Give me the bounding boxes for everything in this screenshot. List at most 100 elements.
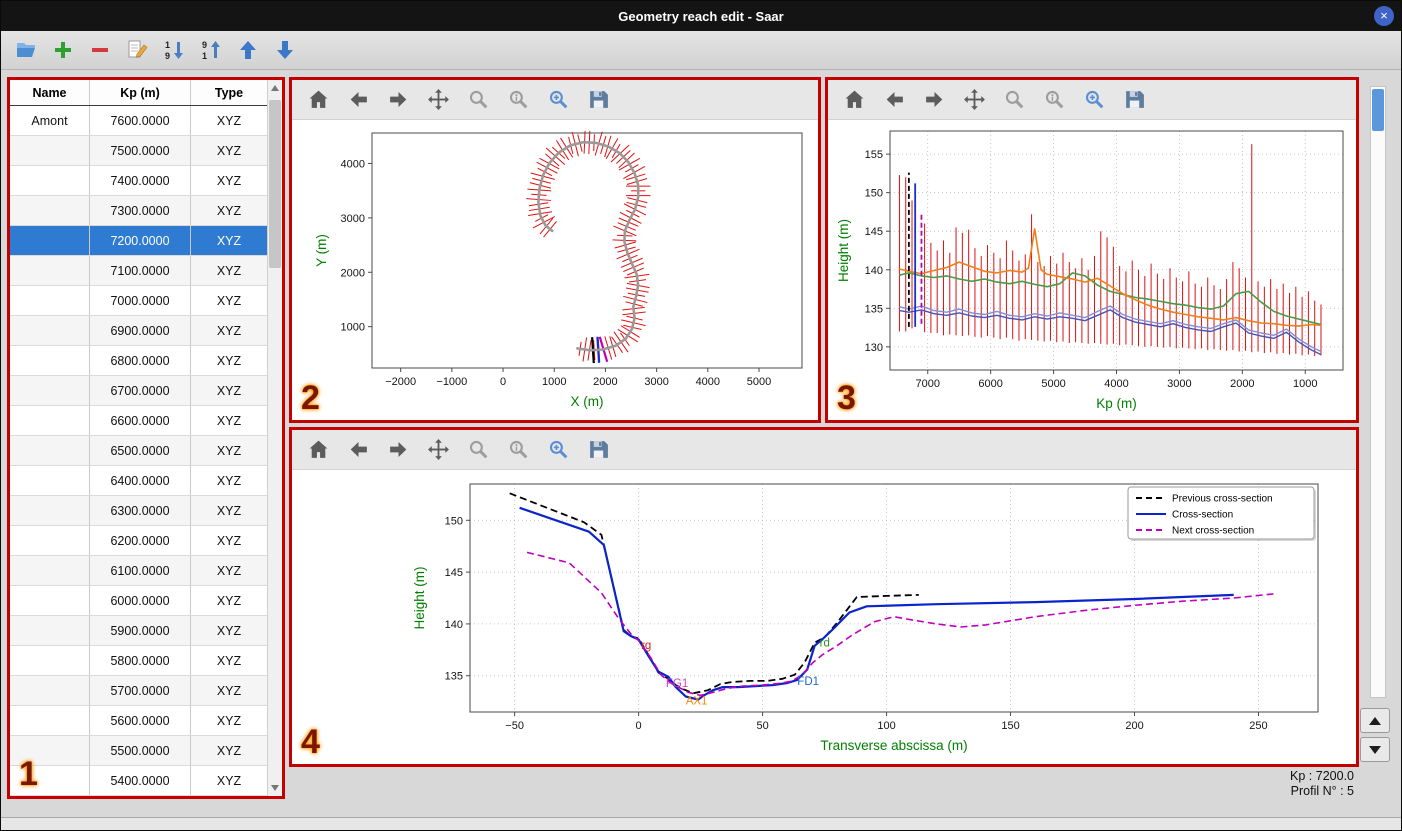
zoom-info-icon[interactable] bbox=[1042, 88, 1066, 112]
profile-readout: Kp : 7200.0 Profil N° : 5 bbox=[1290, 769, 1354, 799]
svg-text:1000: 1000 bbox=[1293, 378, 1317, 390]
close-button[interactable]: × bbox=[1374, 6, 1394, 26]
svg-text:145: 145 bbox=[445, 567, 463, 579]
table-row[interactable]: 6000.0000 XYZ bbox=[10, 586, 267, 616]
plan-view-panel: −2000 −1000 0 1000 2000 3000 4000 5000 1000 2000 3… bbox=[289, 77, 821, 423]
zoom-icon[interactable] bbox=[466, 438, 490, 462]
kp-cell: 7600.0000 bbox=[90, 106, 191, 135]
kp-cell: 5800.0000 bbox=[90, 646, 191, 675]
type-cell: XYZ bbox=[216, 533, 242, 548]
table-scrollbar-thumb[interactable] bbox=[269, 100, 281, 268]
column-header-kp[interactable]: Kp (m) bbox=[90, 80, 191, 105]
previous-profile-button[interactable] bbox=[1360, 708, 1390, 733]
forward-icon[interactable] bbox=[386, 438, 410, 462]
table-row[interactable]: 6100.0000 XYZ bbox=[10, 556, 267, 586]
table-row[interactable]: 7400.0000 XYZ bbox=[10, 166, 267, 196]
move-up-icon[interactable] bbox=[235, 37, 261, 63]
panel-number-cross: 4 bbox=[301, 723, 320, 761]
open-icon[interactable] bbox=[13, 37, 39, 63]
next-profile-button[interactable] bbox=[1360, 737, 1390, 762]
back-icon[interactable] bbox=[882, 88, 906, 112]
name-cell bbox=[10, 436, 90, 465]
svg-text:150: 150 bbox=[1001, 720, 1019, 732]
table-row[interactable]: 5400.0000 XYZ bbox=[10, 766, 267, 796]
zoom-rect-icon[interactable] bbox=[546, 88, 570, 112]
pan-icon[interactable] bbox=[426, 88, 450, 112]
name-cell bbox=[10, 466, 90, 495]
cross-section-panel: −50 0 50 100 150 200 250 135 140 145 150 Transverse… bbox=[289, 427, 1359, 767]
zoom-rect-icon[interactable] bbox=[546, 438, 570, 462]
forward-icon[interactable] bbox=[386, 88, 410, 112]
save-icon[interactable] bbox=[586, 438, 610, 462]
add-icon[interactable] bbox=[50, 37, 76, 63]
table-row[interactable]: 6300.0000 XYZ bbox=[10, 496, 267, 526]
column-header-type[interactable]: Type bbox=[191, 80, 267, 105]
profile-position-scrollbar-thumb[interactable] bbox=[1372, 89, 1384, 131]
profile-chart[interactable]: 7000 6000 5000 4000 3000 2000 1000 130 135 140 145… bbox=[828, 120, 1356, 420]
remove-icon[interactable] bbox=[87, 37, 113, 63]
move-down-icon[interactable] bbox=[272, 37, 298, 63]
type-cell: XYZ bbox=[216, 323, 242, 338]
table-row[interactable]: 6500.0000 XYZ bbox=[10, 436, 267, 466]
zoom-rect-icon[interactable] bbox=[1082, 88, 1106, 112]
table-row[interactable]: 7100.0000 XYZ bbox=[10, 256, 267, 286]
svg-text:2000: 2000 bbox=[341, 267, 365, 279]
table-row[interactable]: 6900.0000 XYZ bbox=[10, 316, 267, 346]
table-row[interactable]: 6200.0000 XYZ bbox=[10, 526, 267, 556]
table-row[interactable]: 5700.0000 XYZ bbox=[10, 676, 267, 706]
forward-icon[interactable] bbox=[922, 88, 946, 112]
svg-text:6000: 6000 bbox=[978, 378, 1002, 390]
table-row[interactable]: 7500.0000 XYZ bbox=[10, 136, 267, 166]
back-icon[interactable] bbox=[346, 88, 370, 112]
zoom-info-icon[interactable] bbox=[506, 88, 530, 112]
name-cell bbox=[10, 226, 90, 255]
sort-ascending-icon[interactable]: 19 bbox=[161, 37, 187, 63]
table-row[interactable]: 6700.0000 XYZ bbox=[10, 376, 267, 406]
app-window: Geometry reach edit - Saar × 1991 Name K… bbox=[0, 0, 1402, 831]
edit-icon[interactable] bbox=[124, 37, 150, 63]
svg-text:3000: 3000 bbox=[341, 213, 365, 225]
table-row[interactable]: 6400.0000 XYZ bbox=[10, 466, 267, 496]
svg-text:Y (m): Y (m) bbox=[314, 234, 329, 267]
zoom-info-icon[interactable] bbox=[506, 438, 530, 462]
cross-section-chart[interactable]: −50 0 50 100 150 200 250 135 140 145 150 Transverse… bbox=[292, 470, 1356, 764]
svg-text:130: 130 bbox=[865, 342, 883, 354]
sort-descending-icon[interactable]: 91 bbox=[198, 37, 224, 63]
home-icon[interactable] bbox=[306, 438, 330, 462]
save-icon[interactable] bbox=[586, 88, 610, 112]
table-row[interactable]: 5600.0000 XYZ bbox=[10, 706, 267, 736]
zoom-icon[interactable] bbox=[466, 88, 490, 112]
zoom-icon[interactable] bbox=[1002, 88, 1026, 112]
table-row[interactable]: 5900.0000 XYZ bbox=[10, 616, 267, 646]
profile-position-scrollbar[interactable] bbox=[1370, 86, 1386, 698]
table-row[interactable]: 6800.0000 XYZ bbox=[10, 346, 267, 376]
name-cell bbox=[10, 136, 90, 165]
table-row[interactable]: 6600.0000 XYZ bbox=[10, 406, 267, 436]
pan-icon[interactable] bbox=[962, 88, 986, 112]
type-cell: XYZ bbox=[216, 203, 242, 218]
plan-chart[interactable]: −2000 −1000 0 1000 2000 3000 4000 5000 1000 2000 3… bbox=[292, 120, 818, 420]
type-cell: XYZ bbox=[216, 263, 242, 278]
column-header-name[interactable]: Name bbox=[10, 80, 90, 105]
table-scroll-up-icon[interactable] bbox=[268, 80, 282, 96]
table-scroll-down-icon[interactable] bbox=[268, 780, 282, 796]
table-row[interactable]: 5800.0000 XYZ bbox=[10, 646, 267, 676]
table-row[interactable]: Amont 7600.0000 XYZ bbox=[10, 106, 267, 136]
svg-text:FG1: FG1 bbox=[666, 678, 688, 690]
cross-sections-table: Name Kp (m) Type Amont 7600.0000 XYZ 7500.0… bbox=[10, 80, 267, 796]
home-icon[interactable] bbox=[842, 88, 866, 112]
pan-icon[interactable] bbox=[426, 438, 450, 462]
svg-text:rd: rd bbox=[820, 638, 830, 650]
home-icon[interactable] bbox=[306, 88, 330, 112]
svg-text:9: 9 bbox=[165, 51, 170, 61]
table-row[interactable]: 7300.0000 XYZ bbox=[10, 196, 267, 226]
table-scrollbar[interactable] bbox=[267, 80, 282, 796]
kp-cell: 6800.0000 bbox=[90, 346, 191, 375]
save-icon[interactable] bbox=[1122, 88, 1146, 112]
table-row[interactable]: 7200.0000 XYZ bbox=[10, 226, 267, 256]
kp-cell: 6900.0000 bbox=[90, 316, 191, 345]
table-row[interactable]: 7000.0000 XYZ bbox=[10, 286, 267, 316]
back-icon[interactable] bbox=[346, 438, 370, 462]
table-row[interactable]: 5500.0000 XYZ bbox=[10, 736, 267, 766]
kp-cell: 6600.0000 bbox=[90, 406, 191, 435]
